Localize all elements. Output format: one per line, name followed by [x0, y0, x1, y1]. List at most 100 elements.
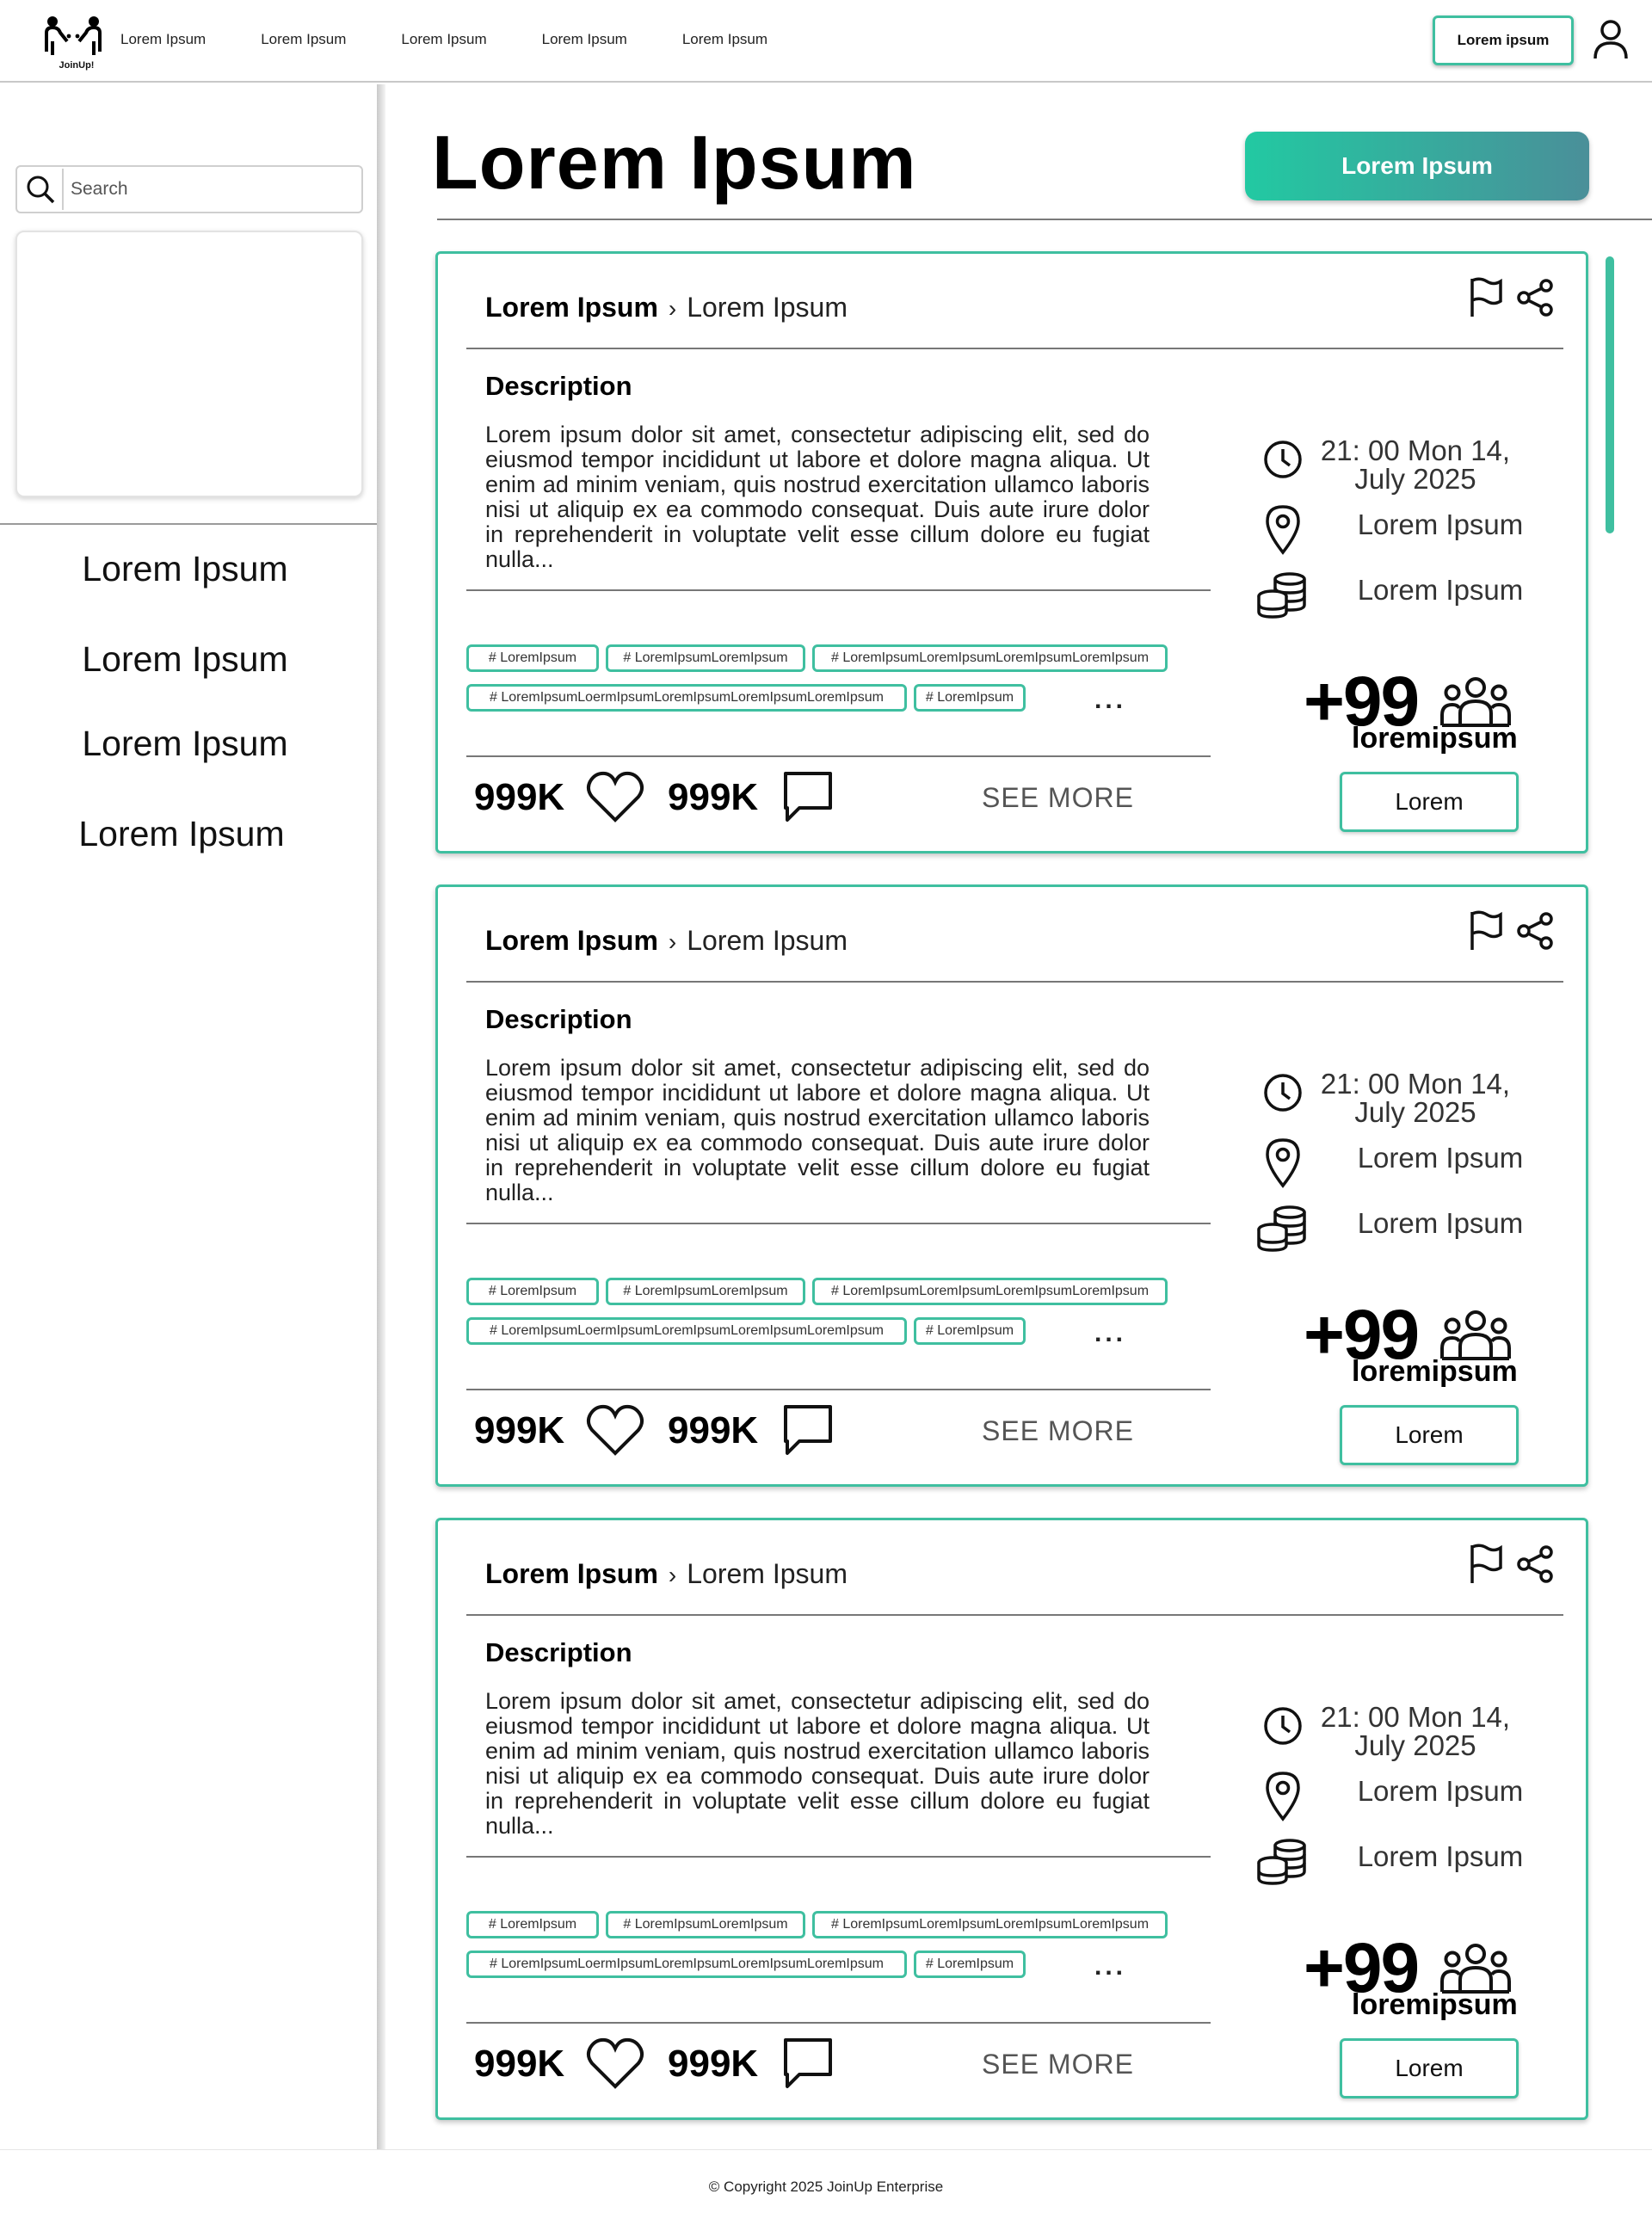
- event-location: Lorem Ipsum: [1357, 1142, 1524, 1174]
- likes-count: 999K: [474, 2043, 565, 2085]
- comment-icon[interactable]: [780, 770, 835, 823]
- see-more-link[interactable]: SEE MORE: [982, 2049, 1134, 2080]
- description-divider: [466, 1856, 1211, 1858]
- participants-label: loremipsum: [1352, 1355, 1518, 1388]
- sidebar-item-4[interactable]: Lorem Ipsum: [0, 814, 367, 854]
- stats-divider: [466, 1389, 1211, 1390]
- header-action-button[interactable]: Lorem ipsum: [1433, 15, 1574, 65]
- see-more-link[interactable]: SEE MORE: [982, 782, 1134, 814]
- search-input[interactable]: [71, 174, 354, 205]
- user-icon[interactable]: [1593, 19, 1629, 60]
- event-card: Lorem Ipsum › Lorem Ipsum Description Lore…: [435, 251, 1588, 854]
- participants-label: loremipsum: [1352, 1988, 1518, 2021]
- location-pin-icon: [1266, 505, 1300, 555]
- join-button[interactable]: Lorem: [1340, 772, 1519, 832]
- more-tags-button[interactable]: ...: [1094, 686, 1126, 715]
- event-datetime: 21: 00 Mon 14, July 2025: [1320, 1068, 1511, 1128]
- flag-icon[interactable]: [1468, 1542, 1504, 1585]
- sidebar-edge: [377, 84, 385, 2149]
- more-tags-button[interactable]: ...: [1094, 1319, 1126, 1348]
- create-event-button[interactable]: Lorem Ipsum: [1245, 132, 1589, 200]
- join-button[interactable]: Lorem: [1340, 2038, 1519, 2098]
- event-card: Lorem Ipsum › Lorem Ipsum Description Lore…: [435, 884, 1588, 1487]
- main-nav: Lorem Ipsum Lorem Ipsum Lorem Ipsum Lore…: [120, 31, 823, 48]
- coins-icon: [1257, 1205, 1306, 1252]
- nav-link-5[interactable]: Lorem Ipsum: [682, 31, 767, 48]
- tag[interactable]: # LoremIpsumLoremIpsum: [606, 644, 805, 672]
- description-divider: [466, 1223, 1211, 1224]
- likes-count: 999K: [474, 776, 565, 818]
- stats-divider: [466, 755, 1211, 757]
- tag[interactable]: # LoremIpsum: [914, 1317, 1026, 1345]
- flag-icon[interactable]: [1468, 909, 1504, 952]
- more-tags-button[interactable]: ...: [1094, 1952, 1126, 1981]
- tag[interactable]: # LoremIpsum: [466, 1911, 599, 1938]
- tag[interactable]: # LoremIpsumLoremIpsumLoremIpsumLoremIps…: [812, 1911, 1168, 1938]
- tag[interactable]: # LoremIpsumLoremIpsumLoremIpsumLoremIps…: [812, 1278, 1168, 1305]
- event-subcategory[interactable]: Lorem Ipsum: [687, 925, 848, 956]
- flag-icon[interactable]: [1468, 275, 1504, 318]
- share-icon[interactable]: [1515, 278, 1555, 317]
- logo-text: JoinUp!: [59, 60, 95, 71]
- tag[interactable]: # LoremIpsumLoermIpsumLoremIpsumLoremIps…: [466, 1951, 907, 1978]
- page-title: Lorem Ipsum: [432, 120, 917, 205]
- event-subcategory[interactable]: Lorem Ipsum: [687, 1558, 848, 1589]
- breadcrumb: Lorem Ipsum › Lorem Ipsum: [485, 292, 848, 324]
- event-category[interactable]: Lorem Ipsum: [485, 925, 658, 956]
- scrollbar-thumb[interactable]: [1606, 256, 1614, 533]
- breadcrumb-separator: ›: [668, 928, 677, 955]
- sidebar-item-3[interactable]: Lorem Ipsum: [0, 724, 370, 764]
- share-icon[interactable]: [1515, 911, 1555, 951]
- tag[interactable]: # LoremIpsum: [914, 1951, 1026, 1978]
- coins-icon: [1257, 572, 1306, 619]
- description-title: Description: [485, 1004, 632, 1034]
- description-text: Lorem ipsum dolor sit amet, consectetur …: [485, 422, 1150, 572]
- event-category[interactable]: Lorem Ipsum: [485, 1558, 658, 1589]
- tag[interactable]: # LoremIpsum: [466, 644, 599, 672]
- event-price: Lorem Ipsum: [1357, 574, 1524, 606]
- stats-divider: [466, 2022, 1211, 2024]
- tag[interactable]: # LoremIpsumLoremIpsum: [606, 1278, 805, 1305]
- logo[interactable]: JoinUp!: [45, 15, 102, 76]
- title-divider: [437, 219, 1652, 220]
- footer-divider: [0, 2149, 1652, 2150]
- nav-link-2[interactable]: Lorem Ipsum: [261, 31, 346, 48]
- description-text: Lorem ipsum dolor sit amet, consectetur …: [485, 1055, 1150, 1205]
- share-icon[interactable]: [1515, 1544, 1555, 1584]
- tag[interactable]: # LoremIpsumLoremIpsumLoremIpsumLoremIps…: [812, 644, 1168, 672]
- tag[interactable]: # LoremIpsum: [466, 1278, 599, 1305]
- event-card: Lorem Ipsum › Lorem Ipsum Description Lore…: [435, 1518, 1588, 2120]
- tag[interactable]: # LoremIpsumLoermIpsumLoremIpsumLoremIps…: [466, 1317, 907, 1345]
- nav-link-3[interactable]: Lorem Ipsum: [401, 31, 486, 48]
- sidebar-item-2[interactable]: Lorem Ipsum: [0, 639, 370, 680]
- card-header-divider: [466, 348, 1563, 349]
- clock-icon: [1264, 1707, 1302, 1745]
- coins-icon: [1257, 1839, 1306, 1885]
- event-datetime: 21: 00 Mon 14, July 2025: [1320, 434, 1511, 495]
- tag[interactable]: # LoremIpsumLoermIpsumLoremIpsumLoremIps…: [466, 684, 907, 712]
- join-button[interactable]: Lorem: [1340, 1405, 1519, 1465]
- comment-icon[interactable]: [780, 2037, 835, 2090]
- event-category[interactable]: Lorem Ipsum: [485, 292, 658, 323]
- see-more-link[interactable]: SEE MORE: [982, 1415, 1134, 1447]
- sidebar-item-1[interactable]: Lorem Ipsum: [0, 549, 370, 589]
- sidebar: Lorem Ipsum Lorem Ipsum Lorem Ipsum Lore…: [0, 84, 379, 2149]
- participants-label: loremipsum: [1352, 722, 1518, 755]
- tag[interactable]: # LoremIpsumLoremIpsum: [606, 1911, 805, 1938]
- nav-link-1[interactable]: Lorem Ipsum: [120, 31, 206, 48]
- heart-icon[interactable]: [585, 2037, 645, 2090]
- comments-count: 999K: [668, 2043, 759, 2085]
- search-icon[interactable]: [19, 169, 64, 210]
- nav-link-4[interactable]: Lorem Ipsum: [542, 31, 627, 48]
- location-pin-icon: [1266, 1138, 1300, 1188]
- heart-icon[interactable]: [585, 770, 645, 823]
- event-subcategory[interactable]: Lorem Ipsum: [687, 292, 848, 323]
- tag[interactable]: # LoremIpsum: [914, 684, 1026, 712]
- breadcrumb-separator: ›: [668, 1562, 677, 1588]
- filter-panel[interactable]: [15, 231, 363, 497]
- heart-icon[interactable]: [585, 1403, 645, 1457]
- comment-icon[interactable]: [780, 1403, 835, 1457]
- description-title: Description: [485, 1637, 632, 1667]
- search-box: [15, 165, 363, 213]
- breadcrumb: Lorem Ipsum › Lorem Ipsum: [485, 1558, 848, 1590]
